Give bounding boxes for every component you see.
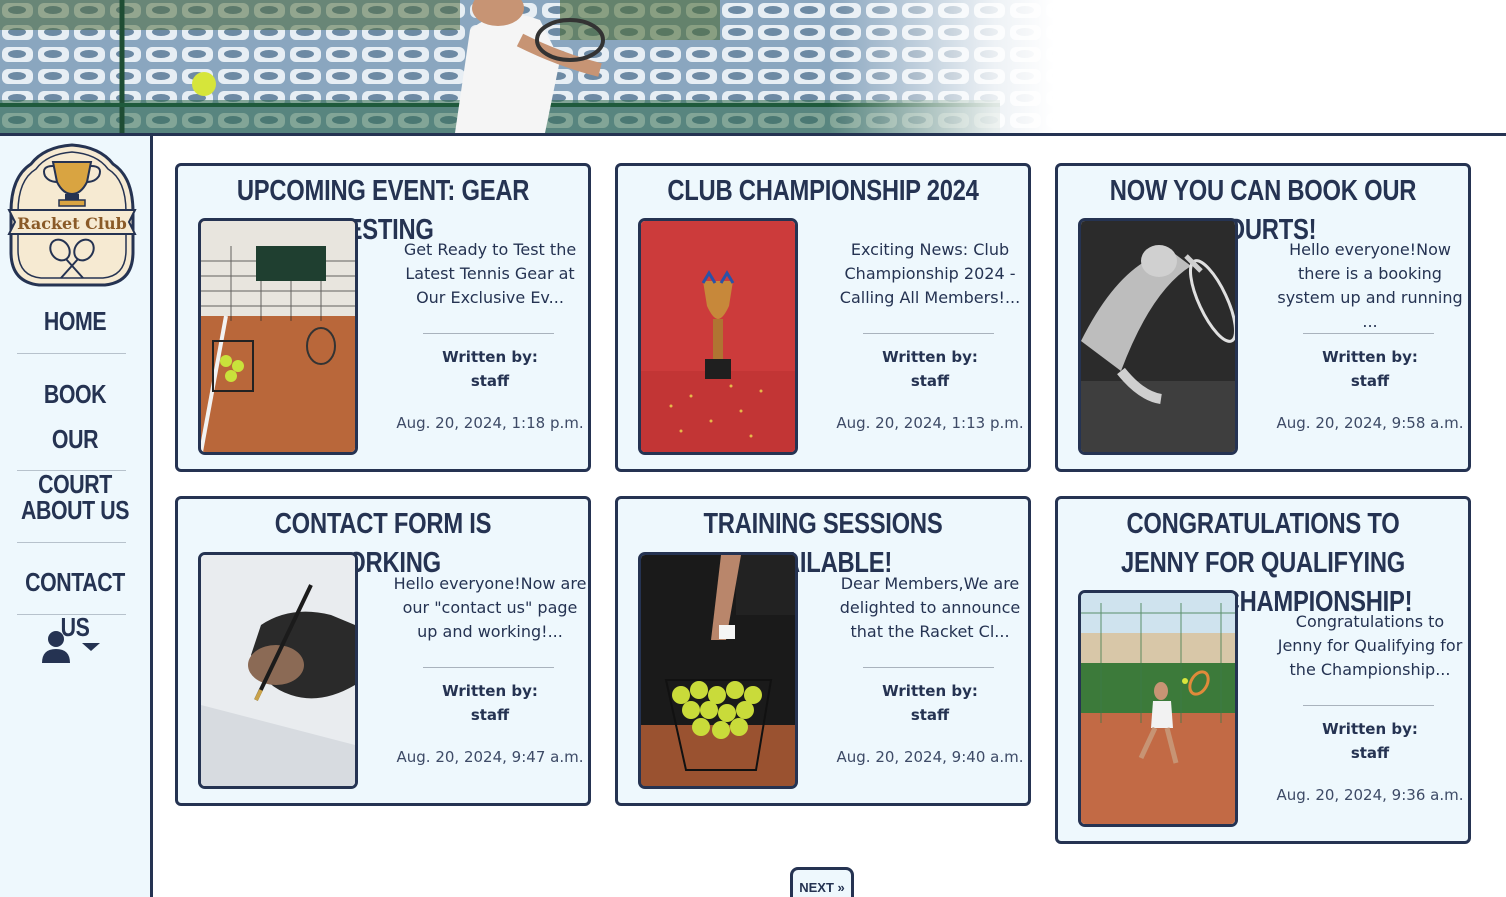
post-divider	[863, 667, 994, 668]
written-by-label: Written by:	[1322, 720, 1418, 738]
post-excerpt: Get Ready to Test the Latest Tennis Gear…	[403, 240, 577, 307]
post-card[interactable]: Now you can book our courts! Hello every…	[1055, 163, 1471, 472]
post-thumbnail[interactable]	[198, 218, 358, 455]
user-icon	[42, 631, 70, 663]
pagination-next-button[interactable]: NEXT »	[790, 867, 854, 897]
nav-home[interactable]: HOME	[14, 299, 137, 344]
post-author: staff	[1350, 372, 1390, 390]
post-thumbnail[interactable]	[1078, 590, 1238, 827]
logo-text: Racket Club	[17, 214, 127, 233]
post-author: staff	[470, 372, 510, 390]
written-by-label: Written by:	[442, 348, 538, 366]
post-thumbnail[interactable]	[638, 552, 798, 789]
post-card[interactable]: Club Championship 2024 Exciting News: Cl…	[615, 163, 1031, 472]
post-date: Aug. 20, 2024, 9:58 a.m.	[1276, 414, 1464, 432]
post-date: Aug. 20, 2024, 1:13 p.m.	[836, 414, 1024, 432]
post-author: staff	[910, 372, 950, 390]
post-author: staff	[910, 706, 950, 724]
hero-tennis-image	[0, 0, 1506, 133]
post-date: Aug. 20, 2024, 9:40 a.m.	[836, 748, 1024, 766]
written-by-label: Written by:	[882, 682, 978, 700]
post-divider	[423, 667, 554, 668]
post-date: Aug. 20, 2024, 9:36 a.m.	[1276, 786, 1464, 804]
post-excerpt: Hello everyone!Now are our "contact us" …	[393, 574, 587, 641]
post-excerpt: Dear Members,We are delighted to announc…	[839, 574, 1021, 641]
post-thumbnail[interactable]	[638, 218, 798, 455]
post-card[interactable]: Contact form is working Hello everyone!N…	[175, 496, 591, 806]
racket-club-logo[interactable]: Racket Club	[5, 142, 139, 288]
nav-divider	[17, 542, 126, 543]
written-by-label: Written by:	[882, 348, 978, 366]
written-by-label: Written by:	[442, 682, 538, 700]
post-author: staff	[470, 706, 510, 724]
hero-banner	[0, 0, 1506, 136]
post-card[interactable]: Training Sessions Available! Dear Member…	[615, 496, 1031, 806]
sidebar-nav: Racket Club HOME BOOK OUR COURT ABOUT US…	[0, 136, 153, 897]
post-title[interactable]: Club Championship 2024	[655, 172, 991, 211]
post-divider	[1303, 333, 1434, 334]
post-card[interactable]: Congratulations to Jenny for Qualifying …	[1055, 496, 1471, 844]
post-excerpt: Congratulations to Jenny for Qualifying …	[1277, 612, 1463, 679]
post-thumbnail[interactable]	[1078, 218, 1238, 455]
post-divider	[1303, 705, 1434, 706]
nav-book-court[interactable]: BOOK OUR COURT	[14, 372, 137, 507]
post-card[interactable]: Upcoming Event: Gear Testing Get Ready t…	[175, 163, 591, 472]
post-excerpt: Hello everyone!Now there is a booking sy…	[1277, 240, 1463, 331]
post-excerpt: Exciting News: Club Championship 2024 - …	[839, 240, 1021, 307]
post-thumbnail[interactable]	[198, 552, 358, 789]
post-author: staff	[1350, 744, 1390, 762]
nav-divider	[17, 470, 126, 471]
caret-down-icon	[82, 643, 100, 651]
nav-divider	[17, 614, 126, 615]
post-date: Aug. 20, 2024, 1:18 p.m.	[396, 414, 584, 432]
nav-about[interactable]: ABOUT US	[14, 488, 137, 533]
written-by-label: Written by:	[1322, 348, 1418, 366]
user-menu-toggle[interactable]	[40, 630, 104, 664]
post-divider	[423, 333, 554, 334]
post-date: Aug. 20, 2024, 9:47 a.m.	[396, 748, 584, 766]
post-divider	[863, 333, 994, 334]
nav-divider	[17, 353, 126, 354]
